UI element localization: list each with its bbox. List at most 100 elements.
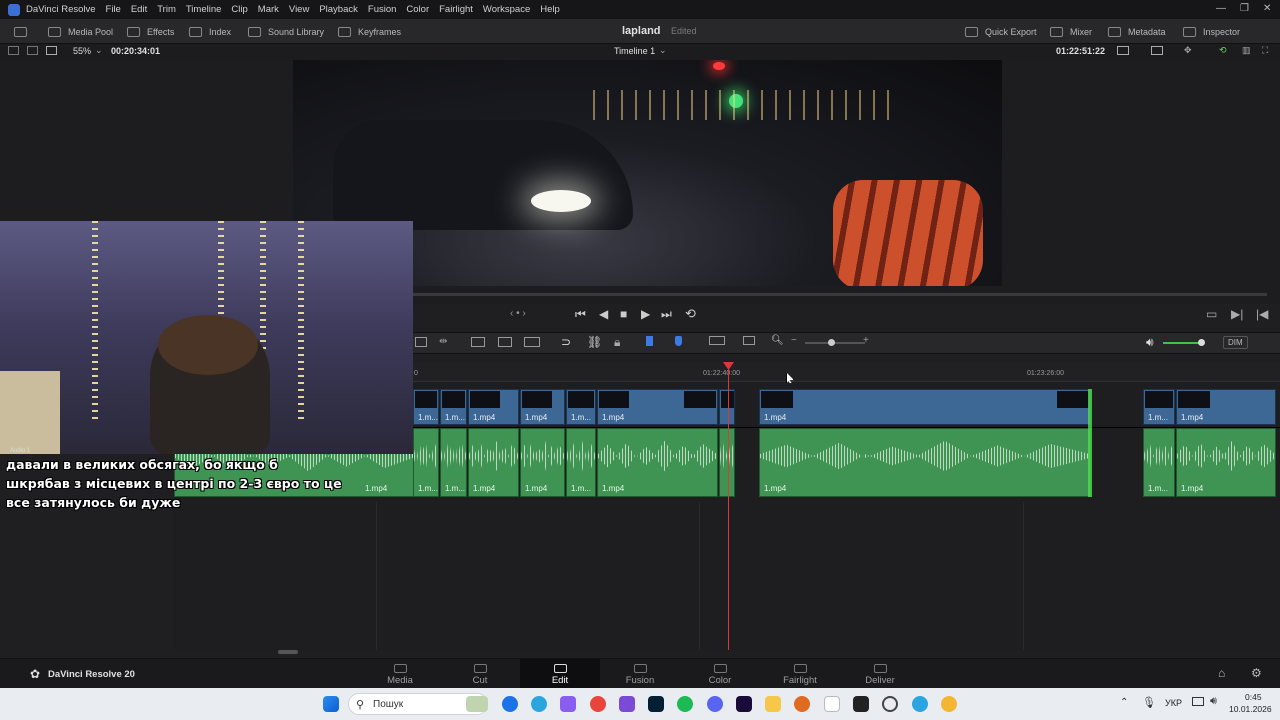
folder-icon[interactable]	[765, 696, 781, 712]
match-frame-icon[interactable]: ▭	[1206, 307, 1217, 321]
go-to-end-icon[interactable]: ⏭	[661, 307, 672, 322]
sync-icon[interactable]: ⟲	[1219, 45, 1227, 56]
minimize-icon[interactable]: —	[1216, 3, 1226, 14]
video-clip[interactable]: 1.mp4	[520, 389, 565, 425]
audio-clip[interactable]: 1.mp4	[759, 428, 1091, 497]
volume-slider-handle[interactable]	[1198, 339, 1205, 346]
menu-view[interactable]: View	[289, 4, 309, 15]
telegram-icon[interactable]	[531, 696, 547, 712]
menu-file[interactable]: File	[106, 4, 121, 15]
horizontal-scrollbar[interactable]	[278, 650, 298, 654]
volume-icon[interactable]: 🔊︎	[1210, 695, 1217, 708]
media-pool-button[interactable]: Media Pool	[48, 23, 113, 40]
quick-export-button[interactable]: Quick Export	[965, 23, 1037, 40]
app-icon[interactable]	[882, 696, 898, 712]
chrome-icon[interactable]	[590, 696, 606, 712]
chevron-up-icon[interactable]: ⌃	[1120, 697, 1128, 708]
audio-clip[interactable]: 1.mp4	[1176, 428, 1276, 497]
sound-library-button[interactable]: Sound Library	[248, 23, 324, 40]
replace-clip-icon[interactable]	[524, 337, 540, 347]
video-clip[interactable]: 1.mp4	[597, 389, 718, 425]
keyframes-button[interactable]: Keyframes	[338, 23, 401, 40]
app-icon[interactable]	[853, 696, 869, 712]
volume-slider[interactable]	[1163, 342, 1201, 344]
effects-button[interactable]: Effects	[127, 23, 174, 40]
menu-help[interactable]: Help	[540, 4, 560, 15]
gear-icon[interactable]: ⚙	[1251, 666, 1262, 680]
snapping-icon[interactable]: ⊃	[561, 335, 571, 349]
marker-icon[interactable]	[675, 336, 682, 346]
play-reverse-icon[interactable]: ◀	[599, 307, 608, 321]
chevron-down-icon[interactable]: ⌄	[95, 45, 103, 56]
audio-clip[interactable]	[719, 428, 735, 497]
audio-clip[interactable]: 1.m...	[1143, 428, 1175, 497]
tab-media[interactable]: Media	[360, 659, 440, 689]
menu-trim[interactable]: Trim	[157, 4, 176, 15]
zoom-in-icon[interactable]: +	[863, 335, 869, 346]
detail-zoom-icon[interactable]	[743, 336, 755, 345]
prev-edit-icon[interactable]: |◀	[1256, 307, 1268, 321]
file-icon[interactable]	[824, 696, 840, 712]
telegram-icon[interactable]	[912, 696, 928, 712]
premiere-icon[interactable]	[736, 696, 752, 712]
panel-toggle-icon[interactable]	[14, 23, 27, 40]
volume-icon[interactable]: 🔊︎	[1146, 335, 1154, 350]
next-clip-icon[interactable]: ▶|	[1231, 307, 1243, 321]
video-clip[interactable]	[719, 389, 735, 425]
menu-timeline[interactable]: Timeline	[186, 4, 222, 15]
audio-clip[interactable]: 1.mp4	[468, 428, 519, 497]
language-indicator[interactable]: УКР	[1165, 698, 1182, 708]
play-icon[interactable]: ▶	[641, 307, 650, 321]
insert-clip-icon[interactable]	[471, 337, 485, 347]
clip-view-icon[interactable]	[1151, 46, 1163, 55]
timeline-select[interactable]: Timeline 1	[614, 46, 655, 56]
go-to-start-icon[interactable]: ⏮	[575, 307, 586, 322]
playhead[interactable]	[728, 362, 729, 650]
app-icon[interactable]	[619, 696, 635, 712]
network-icon[interactable]	[1192, 697, 1204, 706]
tab-edit[interactable]: Edit	[520, 659, 600, 689]
menu-fusion[interactable]: Fusion	[368, 4, 397, 15]
stop-icon[interactable]: ■	[620, 307, 627, 321]
app-icon[interactable]	[794, 696, 810, 712]
video-clip[interactable]: 1.m...	[566, 389, 596, 425]
inspector-button[interactable]: Inspector	[1183, 23, 1240, 40]
video-clip[interactable]: 1.mp4	[468, 389, 519, 425]
audio-clip[interactable]: 1.m...	[566, 428, 596, 497]
tab-color[interactable]: Color	[680, 659, 760, 689]
audio-clip[interactable]: 1.m...	[413, 428, 439, 497]
full-extent-zoom-icon[interactable]	[709, 336, 725, 345]
app-icon[interactable]	[941, 696, 957, 712]
loop-icon[interactable]: ⟲	[685, 306, 696, 322]
tab-fairlight[interactable]: Fairlight	[760, 659, 840, 689]
zoom-slider[interactable]	[805, 342, 865, 344]
jog-control-icon[interactable]: ‹ • ›	[510, 308, 526, 319]
maximize-icon[interactable]: ❐	[1240, 3, 1249, 14]
chevron-down-icon[interactable]: ⌄	[659, 45, 667, 56]
tab-cut[interactable]: Cut	[440, 659, 520, 689]
layout-icon[interactable]	[8, 46, 19, 55]
menu-edit[interactable]: Edit	[131, 4, 147, 15]
app-icon[interactable]	[560, 696, 576, 712]
timeline-ruler[interactable]: 0 01:22:40:00 01:23:26:00	[413, 362, 1280, 382]
trim-mode-icon[interactable]: ⇹	[439, 336, 447, 347]
zoom-out-icon[interactable]: −	[791, 335, 797, 346]
fullscreen-icon[interactable]: ⛶	[1262, 45, 1268, 56]
widget-icon[interactable]	[466, 696, 488, 712]
windows-start-icon[interactable]	[323, 696, 339, 712]
viewer-scrub-bar[interactable]	[413, 293, 1267, 296]
dual-viewer-icon[interactable]: ▥	[1242, 45, 1251, 56]
menu-workspace[interactable]: Workspace	[483, 4, 530, 15]
video-clip[interactable]: 1.mp4	[759, 389, 1091, 425]
mixer-button[interactable]: Mixer	[1050, 23, 1092, 40]
video-clip[interactable]: 1.m...	[440, 389, 467, 425]
zoom-select[interactable]: 55%	[73, 46, 91, 56]
photoshop-icon[interactable]	[648, 696, 664, 712]
viewer-mode-icon[interactable]	[1117, 46, 1129, 55]
menu-mark[interactable]: Mark	[258, 4, 279, 15]
discord-icon[interactable]	[707, 696, 723, 712]
video-clip[interactable]: 1.m...	[413, 389, 439, 425]
video-clip[interactable]: 1.m...	[1143, 389, 1175, 425]
spotify-icon[interactable]	[677, 696, 693, 712]
video-clip[interactable]: 1.mp4	[1176, 389, 1276, 425]
